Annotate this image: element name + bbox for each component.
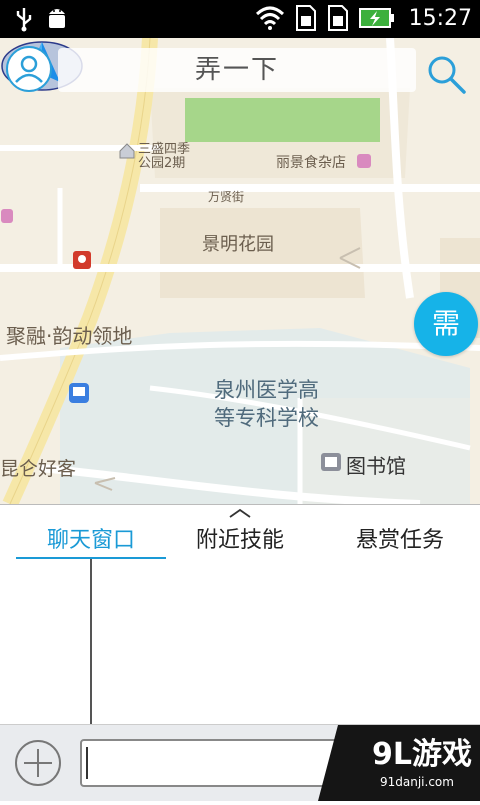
text-cursor <box>86 747 88 779</box>
battery-charging-icon <box>358 8 394 28</box>
map-label: 丽景食杂店 <box>276 155 346 171</box>
user-icon <box>15 55 43 83</box>
bus-stop-icon[interactable] <box>68 382 90 404</box>
map-label: 昆仑好客 <box>0 458 77 480</box>
map-label: 等专科学校 <box>214 406 319 430</box>
map-label: 公园2期 <box>138 156 186 171</box>
watermark-url: 91danji.com <box>380 775 454 789</box>
android-icon <box>49 9 65 28</box>
chat-area[interactable] <box>0 559 480 727</box>
sim-card-icon <box>327 5 348 31</box>
map-view[interactable]: 三盛四季 公园2期 丽景食杂店 景明花园 聚融·韵动领地 泉州医学高 等专科学校… <box>0 38 480 504</box>
wifi-icon <box>255 6 284 30</box>
home-icon[interactable] <box>118 142 136 160</box>
map-label: 图书馆 <box>346 454 406 478</box>
header: 弄一下 <box>0 38 480 104</box>
watermark: 9L游戏 91danji.com <box>318 725 480 801</box>
status-bar: 15:27 <box>0 0 480 38</box>
shopping-icon[interactable] <box>0 208 14 224</box>
chevron-up-icon[interactable] <box>226 507 254 519</box>
library-icon[interactable] <box>320 452 342 472</box>
input-bar: 9L游戏 91danji.com <box>0 724 480 801</box>
plus-icon[interactable] <box>14 739 62 787</box>
user-avatar-button[interactable] <box>6 46 52 92</box>
restaurant-icon[interactable] <box>72 250 92 270</box>
shopping-icon[interactable] <box>356 153 372 169</box>
map-label: 景明花园 <box>202 234 274 255</box>
tab-bounty-tasks[interactable]: 悬赏任务 <box>330 519 470 559</box>
search-bar[interactable]: 弄一下 <box>58 48 416 92</box>
watermark-text: 9L游戏 <box>372 737 472 772</box>
need-button[interactable]: 需 <box>414 292 478 356</box>
tab-chat-window[interactable]: 聊天窗口 <box>16 519 166 559</box>
map-label: 聚融·韵动领地 <box>6 324 133 348</box>
usb-icon <box>16 8 32 32</box>
page-title: 弄一下 <box>194 55 279 85</box>
search-icon[interactable] <box>424 52 468 96</box>
map-base <box>0 38 480 504</box>
tab-bar: 聊天窗口 附近技能 悬赏任务 <box>0 519 480 559</box>
map-label: 万贤街 <box>208 190 245 204</box>
status-time: 15:27 <box>408 5 472 31</box>
sim-card-icon <box>295 5 316 31</box>
divider <box>90 559 92 727</box>
tab-nearby-skills[interactable]: 附近技能 <box>170 519 310 559</box>
map-label: 泉州医学高 <box>214 378 319 402</box>
